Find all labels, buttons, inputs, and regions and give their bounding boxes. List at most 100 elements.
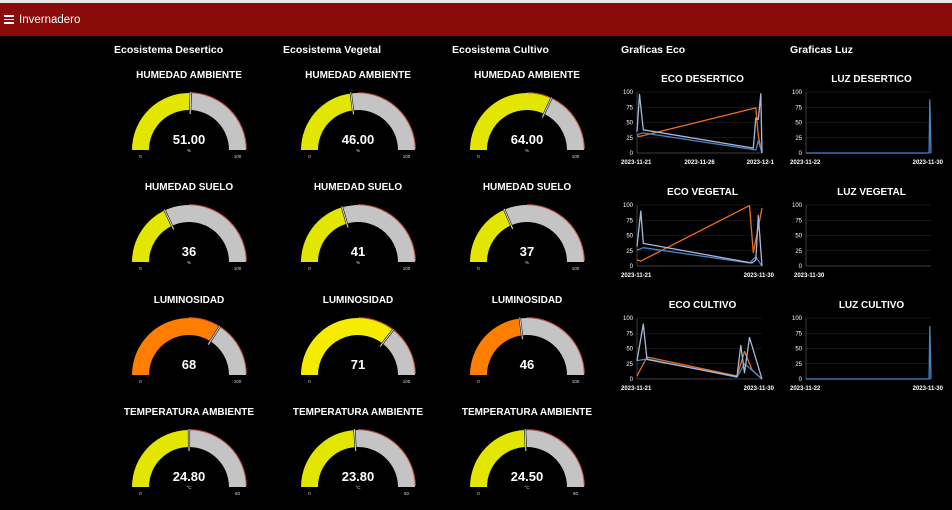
y-tick-label: 75: [626, 331, 633, 337]
gauge-min-label: 0: [139, 491, 142, 496]
line-chart: ECO CULTIVO 0 25 50 75 100 2023-11-21 2023-11-3…: [621, 300, 775, 392]
gauge-value-arc: [470, 318, 522, 375]
y-tick-label: 75: [626, 218, 633, 224]
line-chart: ECO DESERTICO 0 25 50 75 100 2023-11-21 2023-11…: [621, 74, 775, 166]
line-chart: ECO VEGETAL 0 25 50 75 100 2023-11-21 2023-11-3…: [621, 187, 775, 279]
y-tick-label: 100: [792, 203, 803, 209]
y-tick-label: 75: [795, 105, 802, 111]
app-title: Invernadero: [19, 13, 81, 26]
chart-title: ECO CULTIVO: [669, 300, 737, 311]
gauge-title: LUMINOSIDAD: [322, 295, 394, 306]
x-tick-label: 2023-11-30: [744, 273, 775, 279]
gauge-max-label: 100: [403, 154, 411, 159]
gauge: 51.00% 0 100: [132, 91, 247, 159]
gauge-title: TEMPERATURA AMBIENTE: [292, 407, 424, 418]
y-tick-label: 25: [626, 249, 633, 255]
gauge-min-label: 0: [477, 491, 480, 496]
y-tick-label: 0: [630, 264, 634, 270]
gauge-track-arc: [164, 205, 246, 262]
series-line: [806, 325, 932, 380]
gauge-value: 71: [351, 357, 365, 372]
x-tick-label: 2023-11-22: [790, 160, 821, 166]
y-tick-label: 100: [623, 316, 634, 322]
gauge-max-label: 100: [572, 266, 580, 271]
y-tick-label: 50: [795, 347, 802, 353]
series-line: [636, 323, 763, 380]
chart-title: LUZ DESERTICO: [831, 74, 912, 85]
gauge-title: HUMEDAD SUELO: [482, 182, 572, 193]
y-tick-label: 50: [795, 234, 802, 240]
gauge-max-label: 50: [573, 491, 579, 496]
y-tick-label: 25: [626, 136, 633, 142]
x-tick-label: 2023-11-22: [790, 386, 821, 392]
series-line: [636, 204, 763, 262]
gauge-unit: °C: [524, 485, 530, 490]
gauge-title: TEMPERATURA AMBIENTE: [123, 407, 255, 418]
y-tick-label: 0: [799, 264, 803, 270]
x-tick-label: 2023-11-26: [684, 160, 715, 166]
y-tick-label: 0: [630, 377, 634, 383]
gauge-value: 36: [182, 244, 196, 259]
gauge: 24.50°C 0 50: [470, 428, 585, 496]
x-tick-label: 2023-11-21: [621, 386, 652, 392]
gauge: 64.00% 0 100: [470, 92, 585, 159]
line-chart: LUZ DESERTICO 0 25 50 75 100 2023-11-22 2023-11…: [790, 74, 944, 166]
gauge: 37% 0 100: [470, 204, 585, 271]
gauge-max-label: 50: [235, 491, 241, 496]
line-chart: LUZ VEGETAL 0 25 50 75 100 2023-11-30: [792, 187, 931, 279]
gauge-value: 46.00: [342, 132, 375, 147]
gauge-unit: %: [187, 260, 191, 265]
x-tick-label: 2023-11-30: [913, 160, 944, 166]
y-tick-label: 50: [626, 347, 633, 353]
x-tick-label: 2023-11-30: [744, 386, 775, 392]
gauge-min-label: 0: [308, 379, 311, 384]
y-tick-label: 25: [626, 362, 633, 368]
gauge-min-label: 0: [139, 379, 142, 384]
gauge: 36% 0 100: [132, 204, 247, 271]
gauge-unit: °C: [186, 485, 192, 490]
gauge-value: 51.00: [173, 132, 206, 147]
chart-title: ECO VEGETAL: [667, 187, 738, 198]
gauge-max-label: 50: [404, 491, 410, 496]
gauge-track-arc: [504, 205, 584, 262]
gauge-value: 24.80: [173, 469, 206, 484]
gauge-value: 64.00: [511, 132, 544, 147]
series-line: [806, 99, 932, 154]
gauge-max-label: 100: [403, 379, 411, 384]
gauge-unit: %: [356, 148, 360, 153]
x-tick-label: 2023-11-30: [913, 386, 944, 392]
y-tick-label: 100: [792, 90, 803, 96]
gauge-value-arc: [301, 318, 393, 375]
gauge-unit: %: [525, 148, 529, 153]
gauge-unit: °C: [355, 485, 361, 490]
gauge-max-label: 100: [234, 266, 242, 271]
gauge-min-label: 0: [308, 266, 311, 271]
gauge: 24.80°C 0 50: [132, 429, 247, 496]
gauge-unit: %: [356, 260, 360, 265]
y-tick-label: 50: [795, 121, 802, 127]
gauge-value: 68: [182, 357, 196, 372]
y-tick-label: 75: [795, 331, 802, 337]
app-header: Invernadero: [0, 3, 952, 36]
hamburger-menu-icon[interactable]: [4, 15, 14, 24]
y-tick-label: 100: [623, 203, 634, 209]
gauge-title: TEMPERATURA AMBIENTE: [461, 407, 593, 418]
gauge: 23.80°C 0 50: [301, 429, 416, 496]
gauge-unit: %: [525, 260, 529, 265]
gauge-title: HUMEDAD AMBIENTE: [136, 70, 242, 81]
gauge-value: 41: [351, 244, 365, 259]
x-tick-label: 2023-11-21: [621, 273, 652, 279]
gauge-value: 24.50: [511, 469, 544, 484]
gauge-value: 46: [520, 357, 534, 372]
y-tick-label: 50: [626, 121, 633, 127]
series-line: [636, 247, 763, 267]
y-tick-label: 0: [630, 151, 634, 157]
y-tick-label: 0: [799, 151, 803, 157]
gauge-unit: %: [187, 148, 191, 153]
gauge-title: HUMEDAD AMBIENTE: [474, 70, 580, 81]
column-title-desertico: Ecosistema Desertico: [114, 44, 224, 56]
x-tick-label: 2023-12-1: [747, 160, 775, 166]
y-tick-label: 75: [795, 218, 802, 224]
column-title-vegetal: Ecosistema Vegetal: [283, 44, 382, 56]
gauge-min-label: 0: [477, 266, 480, 271]
